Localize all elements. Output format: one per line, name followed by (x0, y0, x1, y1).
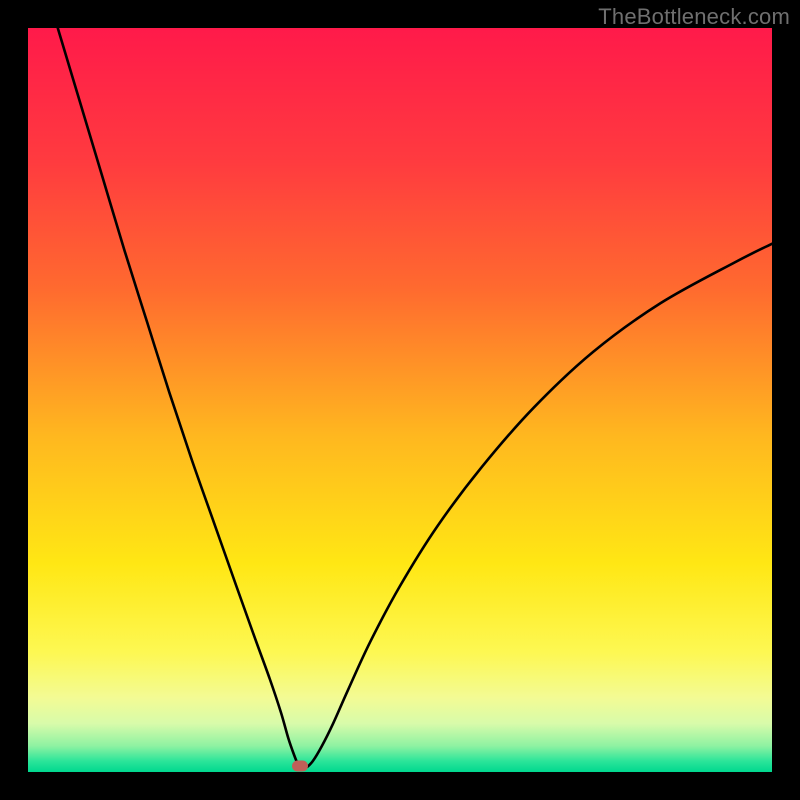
gradient-background (28, 28, 772, 772)
optimum-marker (292, 761, 308, 772)
watermark-text: TheBottleneck.com (598, 4, 790, 30)
chart-frame: TheBottleneck.com (0, 0, 800, 800)
chart-svg (28, 28, 772, 772)
plot-area (28, 28, 772, 772)
